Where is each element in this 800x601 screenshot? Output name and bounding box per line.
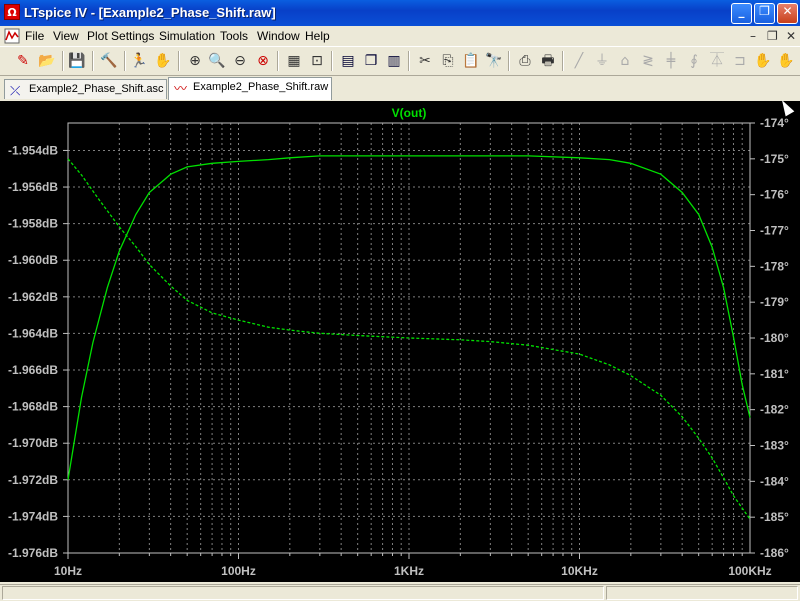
y-left-tick-label: -1.956dB [8, 180, 58, 194]
zoom-area-icon[interactable]: 🔍 [208, 52, 226, 70]
mdi-close-button[interactable]: ✕ [786, 29, 796, 43]
cut-icon[interactable]: ✂ [416, 52, 434, 70]
y-right-tick-label: -185° [760, 510, 789, 524]
title-bar[interactable]: Ω LTspice IV - [Example2_Phase_Shift.raw… [0, 0, 800, 26]
menu-simulation[interactable]: Simulation [159, 29, 215, 43]
y-right-tick-label: -178° [760, 259, 789, 273]
new-schematic-icon[interactable]: ✎ [14, 52, 32, 70]
tile-horizontal-icon[interactable]: ▤ [339, 52, 357, 70]
open-folder-icon[interactable]: 📂 [38, 52, 56, 70]
save-icon[interactable]: 💾 [68, 52, 86, 70]
autorange-icon[interactable]: ▦ [285, 52, 303, 70]
toolbar: ✎ 📂 💾 🔨 🏃 ✋ ⊕ 🔍 ⊖ ⊗ ▦ ⊡ ▤ ❐ ▥ ✂ ⎘ 📋 🔭 ⎙ … [0, 46, 800, 76]
y-right-tick-label: -181° [760, 367, 789, 381]
status-pane-main [2, 586, 604, 600]
y-left-tick-label: -1.976dB [8, 546, 58, 560]
mdi-restore-button[interactable]: ❐ [767, 29, 778, 43]
waveform-icon: 〰 [174, 81, 188, 96]
menu-file[interactable]: File [25, 29, 44, 43]
y-right-tick-label: -184° [760, 474, 789, 488]
y-right-tick-label: -176° [760, 188, 789, 202]
copy-icon[interactable]: ⎘ [439, 52, 457, 70]
y-right-tick-label: -182° [760, 403, 789, 417]
y-left-tick-label: -1.954dB [8, 143, 58, 157]
zoom-out-icon[interactable]: ⊖ [231, 52, 249, 70]
y-left-tick-label: -1.964dB [8, 326, 58, 340]
y-right-tick-label: -180° [760, 331, 789, 345]
mdi-minimize-button[interactable]: – [750, 29, 756, 43]
fit-icon[interactable]: ⊡ [308, 52, 326, 70]
tab-waveform[interactable]: 〰 Example2_Phase_Shift.raw [168, 77, 332, 100]
ground-icon[interactable]: ⏚ [593, 52, 611, 70]
cascade-icon[interactable]: ❐ [362, 52, 380, 70]
menu-window[interactable]: Window [257, 29, 300, 43]
y-left-tick-label: -1.970dB [8, 436, 58, 450]
run-simulation-icon[interactable]: 🏃 [130, 52, 148, 70]
document-tabs: ⤫ Example2_Phase_Shift.asc 〰 Example2_Ph… [0, 76, 800, 100]
pan-hand-icon[interactable]: ✋ [154, 52, 172, 70]
restore-button[interactable]: ❐ [754, 3, 775, 24]
status-pane-info [606, 586, 798, 600]
drag-hand-icon[interactable]: ✋ [777, 52, 795, 70]
tab-schematic-label: Example2_Phase_Shift.asc [29, 83, 164, 95]
y-left-tick-label: -1.960dB [8, 253, 58, 267]
menu-bar: File View Plot Settings Simulation Tools… [0, 26, 800, 46]
waveform-plot-pane[interactable]: -1.954dB -1.956dB -1.958dB -1.960dB -1.962dB… [0, 101, 800, 582]
control-panel-icon[interactable]: 🔨 [100, 52, 118, 70]
x-tick-label: 100KHz [728, 564, 771, 578]
label-net-icon[interactable]: ⌂ [616, 52, 634, 70]
y-left-tick-label: -1.966dB [8, 363, 58, 377]
y-right-tick-label: -183° [760, 439, 789, 453]
component-icon[interactable]: ⊐ [731, 52, 749, 70]
y-right-tick-label: -175° [760, 152, 789, 166]
tab-waveform-label: Example2_Phase_Shift.raw [193, 81, 329, 93]
trace-title-vout[interactable]: V(out) [392, 106, 427, 120]
y-right-tick-label: -177° [760, 224, 789, 238]
minimize-button[interactable]: _ [731, 3, 752, 24]
zoom-cancel-icon[interactable]: ⊗ [254, 52, 272, 70]
y-left-tick-label: -1.974dB [8, 509, 58, 523]
menu-plot-settings[interactable]: Plot Settings [87, 29, 154, 43]
y-left-tick-label: -1.968dB [8, 400, 58, 414]
y-left-tick-label: -1.958dB [8, 217, 58, 231]
y-right-tick-label: -179° [760, 295, 789, 309]
menu-tools[interactable]: Tools [220, 29, 248, 43]
axis-labels: -1.954dB -1.956dB -1.958dB -1.960dB -1.962dB… [8, 116, 789, 578]
bode-plot[interactable]: -1.954dB -1.956dB -1.958dB -1.960dB -1.962dB… [0, 101, 800, 582]
y-right-tick-label: -186° [760, 546, 789, 560]
menu-help[interactable]: Help [305, 29, 330, 43]
grid [63, 122, 755, 559]
schematic-icon: ⤫ [10, 83, 21, 98]
x-tick-label: 10KHz [561, 564, 598, 578]
close-button[interactable]: ✕ [777, 3, 798, 24]
window-title: LTspice IV - [Example2_Phase_Shift.raw] [24, 5, 276, 20]
inductor-icon[interactable]: ∮ [685, 52, 703, 70]
capacitor-icon[interactable]: ╪ [662, 52, 680, 70]
print-icon[interactable]: 🖶 [539, 52, 557, 70]
resistor-icon[interactable]: ≷ [639, 52, 657, 70]
zoom-in-icon[interactable]: ⊕ [186, 52, 204, 70]
waveform-doc-icon[interactable] [4, 28, 20, 44]
y-right-tick-label: -174° [760, 116, 789, 130]
tile-vertical-icon[interactable]: ▥ [385, 52, 403, 70]
paste-icon[interactable]: 📋 [462, 52, 480, 70]
find-icon[interactable]: 🔭 [485, 52, 503, 70]
menu-view[interactable]: View [53, 29, 79, 43]
y-left-tick-label: -1.972dB [8, 473, 58, 487]
tab-schematic[interactable]: ⤫ Example2_Phase_Shift.asc [4, 79, 167, 99]
x-tick-label: 100Hz [221, 564, 256, 578]
status-bar [0, 584, 800, 601]
wire-icon[interactable]: ╱ [570, 52, 588, 70]
y-left-tick-label: -1.962dB [8, 290, 58, 304]
x-tick-label: 10Hz [54, 564, 82, 578]
move-hand-icon[interactable]: ✋ [754, 52, 772, 70]
diode-icon[interactable]: ⏄ [708, 52, 726, 70]
ltspice-app-icon[interactable]: Ω [4, 4, 20, 20]
print-setup-icon[interactable]: ⎙ [516, 52, 534, 70]
x-tick-label: 1KHz [394, 564, 424, 578]
